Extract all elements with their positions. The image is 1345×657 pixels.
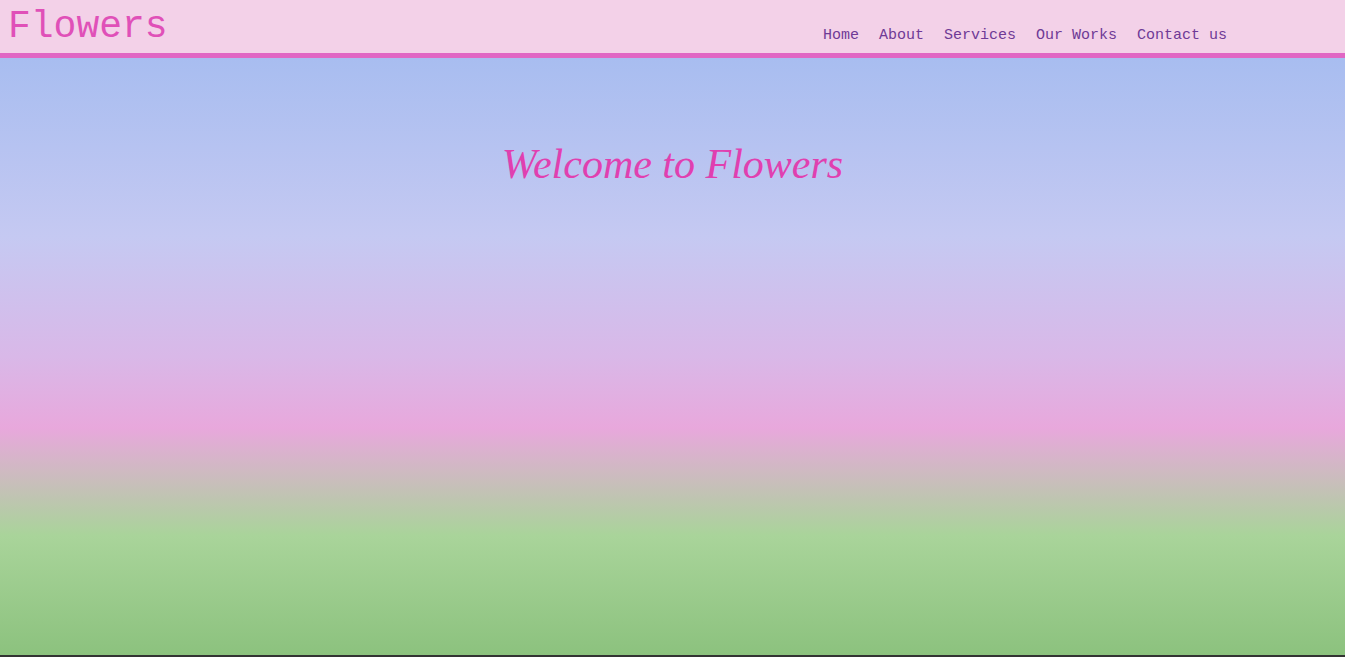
nav-link[interactable]: About: [879, 27, 924, 46]
hero-heading: Welcome to Flowers: [502, 138, 843, 191]
nav-link[interactable]: Our Works: [1036, 27, 1117, 46]
nav-link[interactable]: Contact us: [1137, 27, 1227, 46]
hero-banner: Welcome to Flowers: [0, 58, 1345, 657]
nav-link[interactable]: Services: [944, 27, 1016, 46]
page: Flowers Home About Services Our Works Contact…: [0, 0, 1345, 657]
nav-link[interactable]: Home: [823, 27, 859, 46]
main-nav: Home About Services Our Works Contact us: [823, 27, 1227, 47]
site-logo[interactable]: Flowers: [8, 0, 168, 46]
site-header: Flowers Home About Services Our Works Contact…: [0, 0, 1345, 58]
